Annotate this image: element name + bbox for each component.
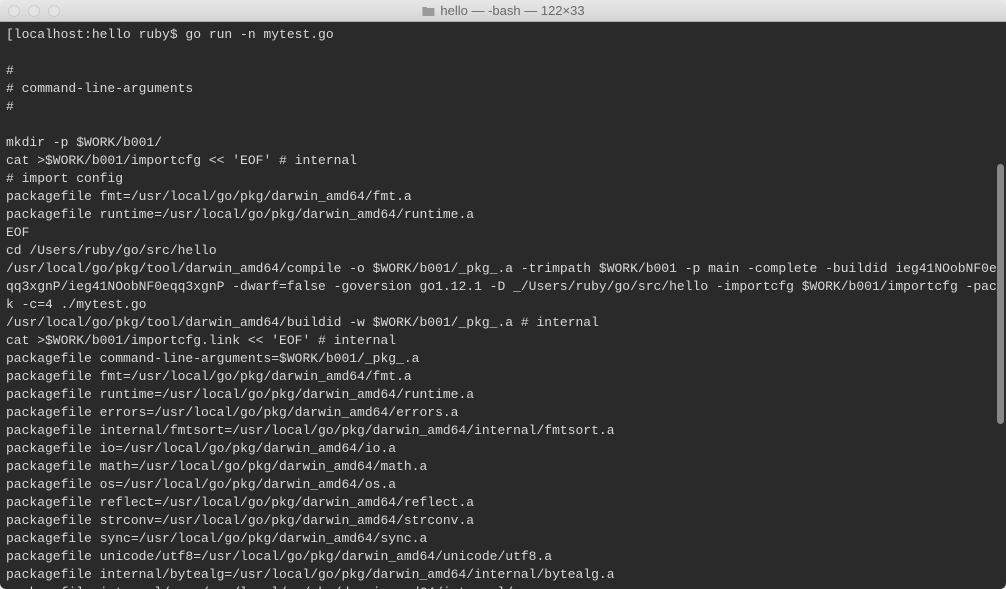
terminal-line: packagefile fmt=/usr/local/go/pkg/darwin… [6,368,1000,386]
terminal-line: /usr/local/go/pkg/tool/darwin_amd64/comp… [6,260,1000,314]
window-title-container: hello — -bash — 122×33 [421,3,584,18]
terminal-line [6,44,1000,62]
terminal-line: packagefile runtime=/usr/local/go/pkg/da… [6,386,1000,404]
terminal-line: cat >$WORK/b001/importcfg.link << 'EOF' … [6,332,1000,350]
terminal-line: packagefile internal/bytealg=/usr/local/… [6,566,1000,584]
zoom-button[interactable] [48,5,60,17]
close-button[interactable] [8,5,20,17]
terminal-line: cat >$WORK/b001/importcfg << 'EOF' # int… [6,152,1000,170]
terminal-line: packagefile strconv=/usr/local/go/pkg/da… [6,512,1000,530]
terminal-line: packagefile command-line-arguments=$WORK… [6,350,1000,368]
terminal-line: packagefile io=/usr/local/go/pkg/darwin_… [6,440,1000,458]
terminal-line: packagefile errors=/usr/local/go/pkg/dar… [6,404,1000,422]
terminal-line: # command-line-arguments [6,80,1000,98]
terminal-line: cd /Users/ruby/go/src/hello [6,242,1000,260]
terminal-line [6,116,1000,134]
terminal-window: hello — -bash — 122×33 [localhost:hello … [0,0,1006,589]
terminal-line: EOF [6,224,1000,242]
terminal-line: # [6,62,1000,80]
terminal-line: packagefile os=/usr/local/go/pkg/darwin_… [6,476,1000,494]
minimize-button[interactable] [28,5,40,17]
scrollbar-thumb[interactable] [997,164,1004,424]
terminal-line: packagefile sync=/usr/local/go/pkg/darwi… [6,530,1000,548]
scrollbar-track[interactable] [997,44,1004,589]
terminal-line: packagefile internal/cpu=/usr/local/go/p… [6,584,1000,589]
terminal-line: packagefile reflect=/usr/local/go/pkg/da… [6,494,1000,512]
terminal-line: packagefile runtime=/usr/local/go/pkg/da… [6,206,1000,224]
terminal-line: /usr/local/go/pkg/tool/darwin_amd64/buil… [6,314,1000,332]
traffic-lights [8,5,60,17]
terminal-line: packagefile internal/fmtsort=/usr/local/… [6,422,1000,440]
terminal-output[interactable]: [localhost:hello ruby$ go run -n mytest.… [0,22,1006,589]
folder-icon [421,5,435,17]
terminal-line: packagefile unicode/utf8=/usr/local/go/p… [6,548,1000,566]
terminal-line: packagefile math=/usr/local/go/pkg/darwi… [6,458,1000,476]
window-titlebar[interactable]: hello — -bash — 122×33 [0,0,1006,22]
window-title: hello — -bash — 122×33 [440,3,584,18]
terminal-line: # [6,98,1000,116]
terminal-line: packagefile fmt=/usr/local/go/pkg/darwin… [6,188,1000,206]
terminal-line: [localhost:hello ruby$ go run -n mytest.… [6,26,1000,44]
terminal-line: # import config [6,170,1000,188]
terminal-line: mkdir -p $WORK/b001/ [6,134,1000,152]
